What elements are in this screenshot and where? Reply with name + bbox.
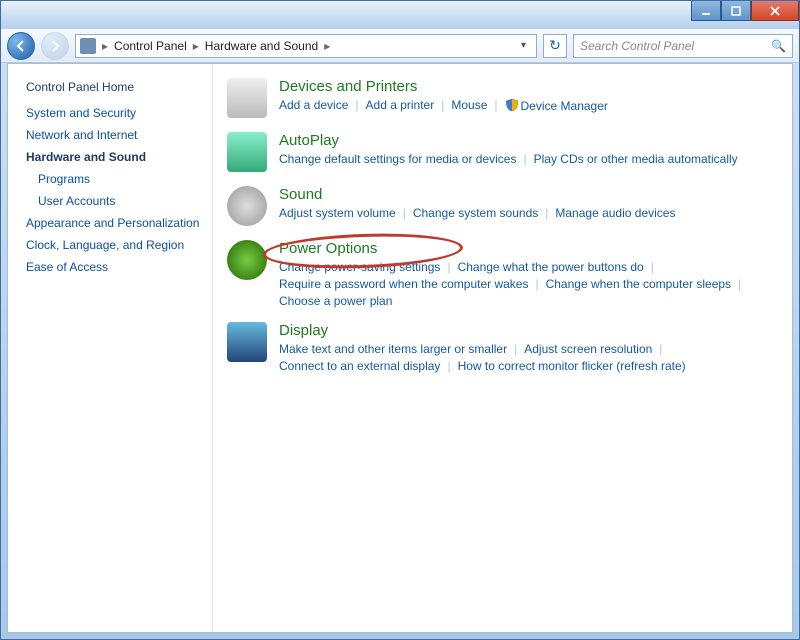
task-link[interactable]: Change what the power buttons do: [458, 260, 644, 274]
sidebar-item[interactable]: Network and Internet: [26, 128, 202, 142]
task-link[interactable]: Choose a power plan: [279, 294, 392, 308]
sidebar-item[interactable]: Clock, Language, and Region: [26, 238, 202, 252]
task-link[interactable]: Add a device: [279, 98, 348, 113]
separator: |: [487, 98, 504, 113]
separator: |: [528, 277, 545, 291]
task-link[interactable]: Change system sounds: [413, 206, 538, 220]
chevron-right-icon: ▸: [100, 39, 110, 53]
back-button[interactable]: [7, 32, 35, 60]
autoplay-icon: [227, 132, 267, 172]
task-link[interactable]: Make text and other items larger or smal…: [279, 342, 507, 356]
control-panel-window: ▸ Control Panel ▸ Hardware and Sound ▸ ▾…: [0, 0, 800, 640]
task-link[interactable]: Change power-saving settings: [279, 260, 440, 274]
task-link[interactable]: Device Manager: [505, 98, 608, 113]
sidebar-item[interactable]: User Accounts: [26, 194, 202, 208]
task-link[interactable]: How to correct monitor flicker (refresh …: [458, 359, 686, 373]
separator: |: [396, 206, 413, 220]
separator: |: [516, 152, 533, 166]
sound-icon: [227, 186, 267, 226]
maximize-button[interactable]: [721, 1, 751, 21]
task-link[interactable]: Connect to an external display: [279, 359, 440, 373]
search-icon: 🔍: [771, 39, 786, 53]
chevron-right-icon: ▸: [191, 39, 201, 53]
titlebar: [1, 1, 799, 29]
category-autoplay: AutoPlay Change default settings for medi…: [227, 132, 772, 172]
power-icon: [227, 240, 267, 280]
sidebar-item[interactable]: Programs: [26, 172, 202, 186]
search-placeholder: Search Control Panel: [580, 39, 694, 53]
category-title[interactable]: AutoPlay: [279, 132, 772, 149]
category-title[interactable]: Power Options: [279, 240, 772, 257]
task-link[interactable]: Add a printer: [366, 98, 435, 113]
shield-icon: [505, 98, 519, 112]
separator: |: [731, 277, 748, 291]
task-link[interactable]: Change when the computer sleeps: [546, 277, 731, 291]
sidebar-item[interactable]: Hardware and Sound: [26, 150, 202, 164]
breadcrumb[interactable]: ▸ Control Panel ▸ Hardware and Sound ▸ ▾: [75, 34, 537, 58]
search-input[interactable]: Search Control Panel 🔍: [573, 34, 793, 58]
separator: |: [440, 260, 457, 274]
navigation-bar: ▸ Control Panel ▸ Hardware and Sound ▸ ▾…: [1, 29, 799, 63]
task-link[interactable]: Change default settings for media or dev…: [279, 152, 516, 166]
category-title[interactable]: Sound: [279, 186, 772, 203]
separator: |: [434, 98, 451, 113]
category-power: Power Options Change power-saving setting…: [227, 240, 772, 308]
task-link[interactable]: Mouse: [451, 98, 487, 113]
sidebar-item[interactable]: Appearance and Personalization: [26, 216, 202, 230]
separator: |: [507, 342, 524, 356]
control-panel-home-link[interactable]: Control Panel Home: [26, 80, 202, 94]
separator: |: [644, 260, 661, 274]
chevron-right-icon: ▸: [322, 39, 332, 53]
task-link[interactable]: Adjust screen resolution: [524, 342, 652, 356]
separator: |: [440, 359, 457, 373]
task-link[interactable]: Adjust system volume: [279, 206, 396, 220]
control-panel-icon: [80, 38, 96, 54]
category-display: Display Make text and other items larger …: [227, 322, 772, 373]
category-title[interactable]: Display: [279, 322, 772, 339]
separator: |: [652, 342, 669, 356]
printer-icon: [227, 78, 267, 118]
task-link[interactable]: Require a password when the computer wak…: [279, 277, 528, 291]
main-panel: Devices and PrintersAdd a device|Add a p…: [213, 64, 792, 632]
forward-button[interactable]: [41, 32, 69, 60]
category-title[interactable]: Devices and Printers: [279, 78, 772, 95]
refresh-button[interactable]: ↻: [543, 34, 567, 58]
chevron-down-icon[interactable]: ▾: [515, 40, 532, 51]
sidebar-item[interactable]: Ease of Access: [26, 260, 202, 274]
separator: |: [348, 98, 365, 113]
task-link[interactable]: Play CDs or other media automatically: [534, 152, 738, 166]
category-sound: SoundAdjust system volume|Change system …: [227, 186, 772, 226]
close-button[interactable]: [751, 1, 799, 21]
breadcrumb-item[interactable]: Hardware and Sound: [205, 39, 318, 53]
sidebar: Control Panel Home System and Security Ne…: [8, 64, 213, 632]
display-icon: [227, 322, 267, 362]
task-link[interactable]: Manage audio devices: [555, 206, 675, 220]
category-printer: Devices and PrintersAdd a device|Add a p…: [227, 78, 772, 118]
sidebar-item[interactable]: System and Security: [26, 106, 202, 120]
minimize-button[interactable]: [691, 1, 721, 21]
separator: |: [538, 206, 555, 220]
breadcrumb-item[interactable]: Control Panel: [114, 39, 187, 53]
content-area: Control Panel Home System and Security Ne…: [7, 63, 793, 633]
